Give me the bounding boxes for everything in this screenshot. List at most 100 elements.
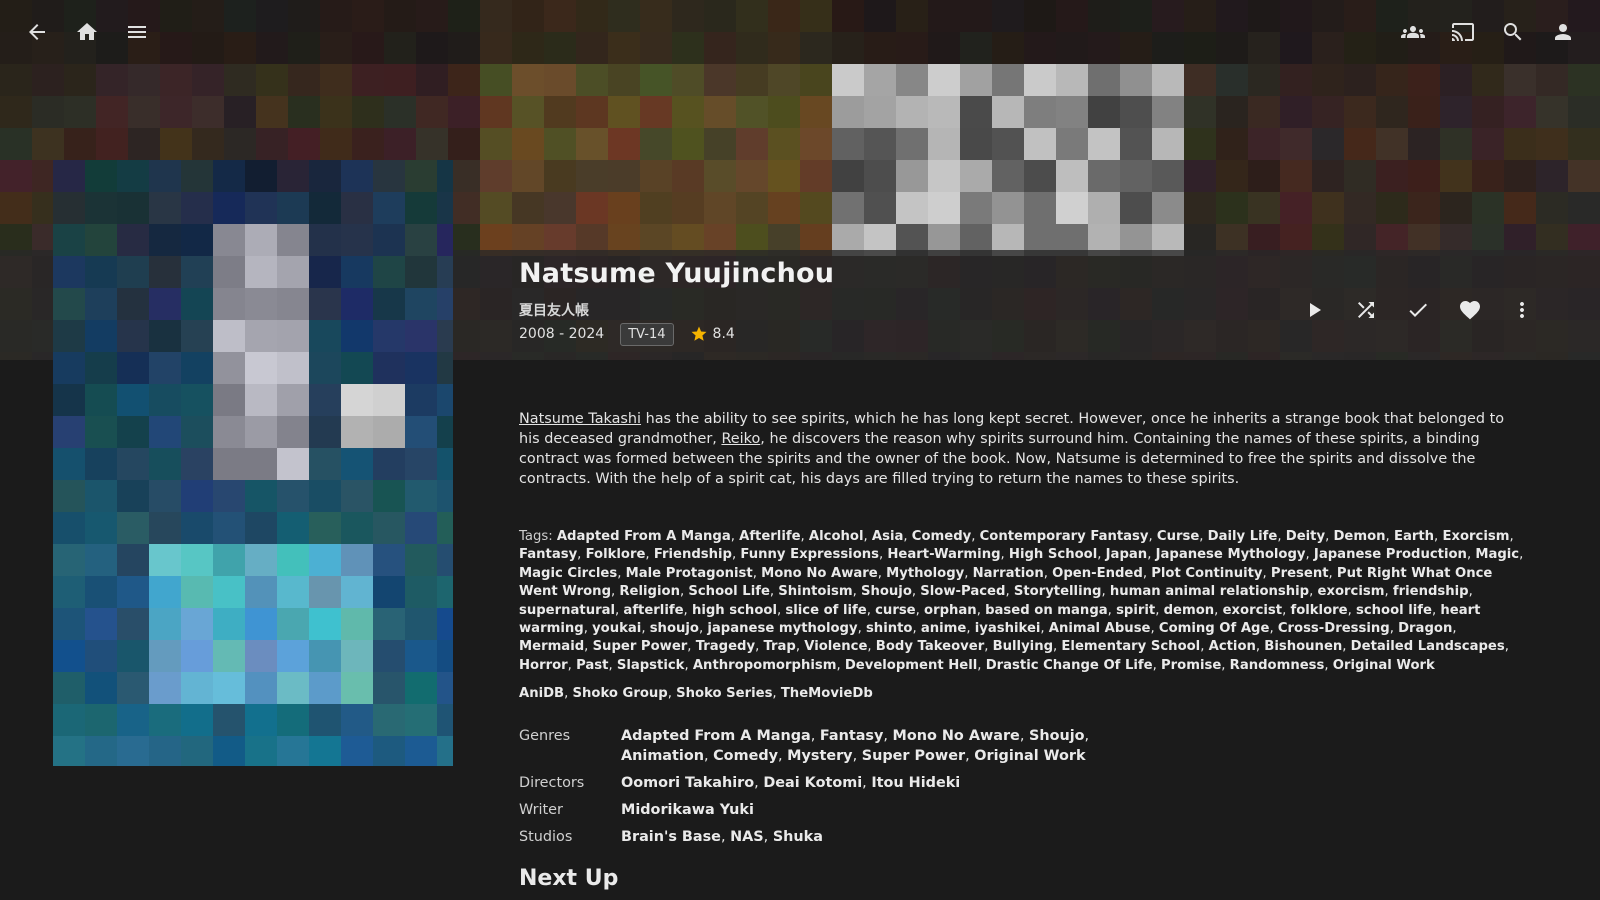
- tag-link[interactable]: Anthropomorphism: [693, 658, 837, 673]
- play-button[interactable]: [1288, 292, 1340, 328]
- tag-link[interactable]: friendship: [1393, 584, 1469, 599]
- tag-link[interactable]: Super Power: [593, 639, 688, 654]
- tag-link[interactable]: Adapted From A Manga: [557, 529, 731, 544]
- tag-link[interactable]: Coming Of Age: [1159, 621, 1270, 636]
- tag-link[interactable]: Deity: [1286, 529, 1325, 544]
- details-link[interactable]: Original Work: [974, 748, 1085, 764]
- details-link[interactable]: Animation: [621, 748, 704, 764]
- details-link[interactable]: Comedy: [713, 748, 778, 764]
- tag-link[interactable]: Cross-Dressing: [1278, 621, 1390, 636]
- tag-link[interactable]: Present: [1271, 566, 1329, 581]
- tag-link[interactable]: Violence: [804, 639, 867, 654]
- more-button[interactable]: [1496, 292, 1548, 328]
- back-button[interactable]: [17, 12, 57, 52]
- tag-link[interactable]: demon: [1164, 603, 1215, 618]
- tag-link[interactable]: Afterlife: [739, 529, 800, 544]
- tag-link[interactable]: slice of life: [785, 603, 866, 618]
- tag-link[interactable]: Bullying: [993, 639, 1053, 654]
- tag-link[interactable]: youkai: [592, 621, 641, 636]
- tag-link[interactable]: Open-Ended: [1052, 566, 1143, 581]
- tag-link[interactable]: Randomness: [1230, 658, 1325, 673]
- details-link[interactable]: Oomori Takahiro: [621, 775, 754, 791]
- tag-link[interactable]: Demon: [1333, 529, 1385, 544]
- tag-link[interactable]: Folklore: [586, 547, 646, 562]
- tag-link[interactable]: high school: [692, 603, 777, 618]
- tag-link[interactable]: Bishounen: [1264, 639, 1342, 654]
- tag-link[interactable]: Mermaid: [519, 639, 584, 654]
- tag-link[interactable]: shinto: [866, 621, 913, 636]
- tag-link[interactable]: Trap: [763, 639, 795, 654]
- tag-link[interactable]: Slow-Paced: [920, 584, 1005, 599]
- details-link[interactable]: NAS: [730, 829, 764, 845]
- tag-link[interactable]: folklore: [1290, 603, 1347, 618]
- tag-link[interactable]: exorcist: [1223, 603, 1283, 618]
- tag-link[interactable]: Drastic Change Of Life: [986, 658, 1153, 673]
- poster-image[interactable]: [53, 160, 453, 766]
- tag-link[interactable]: orphan: [924, 603, 977, 618]
- tag-link[interactable]: Dragon: [1398, 621, 1452, 636]
- tag-link[interactable]: Japanese Mythology: [1156, 547, 1306, 562]
- tag-link[interactable]: Animal Abuse: [1049, 621, 1151, 636]
- tag-link[interactable]: japanese mythology: [707, 621, 857, 636]
- shuffle-button[interactable]: [1340, 292, 1392, 328]
- details-link[interactable]: Brain's Base: [621, 829, 721, 845]
- tag-link[interactable]: Mythology: [886, 566, 964, 581]
- tag-link[interactable]: Japan: [1106, 547, 1148, 562]
- search-button[interactable]: [1493, 12, 1533, 52]
- tag-link[interactable]: Storytelling: [1014, 584, 1102, 599]
- tag-link[interactable]: shoujo: [650, 621, 699, 636]
- tag-link[interactable]: Magic: [1475, 547, 1519, 562]
- tag-link[interactable]: school life: [1356, 603, 1432, 618]
- external-link[interactable]: AniDB: [519, 686, 564, 701]
- external-link[interactable]: TheMovieDb: [781, 686, 873, 701]
- tag-link[interactable]: Religion: [619, 584, 680, 599]
- tag-link[interactable]: Friendship: [654, 547, 732, 562]
- tag-link[interactable]: Promise: [1161, 658, 1221, 673]
- details-link[interactable]: Shuka: [773, 829, 823, 845]
- tag-link[interactable]: Slapstick: [617, 658, 685, 673]
- tag-link[interactable]: Narration: [973, 566, 1044, 581]
- tag-link[interactable]: exorcism: [1318, 584, 1385, 599]
- cast-button[interactable]: [1443, 12, 1483, 52]
- details-link[interactable]: Fantasy: [820, 728, 883, 744]
- tag-link[interactable]: Development Hell: [845, 658, 977, 673]
- tag-link[interactable]: Elementary School: [1061, 639, 1200, 654]
- tag-link[interactable]: anime: [921, 621, 967, 636]
- tag-link[interactable]: Horror: [519, 658, 568, 673]
- tag-link[interactable]: Curse: [1157, 529, 1199, 544]
- details-link[interactable]: Shoujo: [1029, 728, 1085, 744]
- details-link[interactable]: Deai Kotomi: [763, 775, 862, 791]
- tag-link[interactable]: Contemporary Fantasy: [980, 529, 1149, 544]
- tag-link[interactable]: Exorcism: [1442, 529, 1509, 544]
- tag-link[interactable]: Funny Expressions: [740, 547, 879, 562]
- syncplay-button[interactable]: [1393, 12, 1433, 52]
- tag-link[interactable]: iyashikei: [975, 621, 1041, 636]
- favorite-button[interactable]: [1444, 292, 1496, 328]
- details-link[interactable]: Itou Hideki: [871, 775, 960, 791]
- mark-played-button[interactable]: [1392, 292, 1444, 328]
- tag-link[interactable]: Original Work: [1333, 658, 1435, 673]
- tag-link[interactable]: Earth: [1394, 529, 1434, 544]
- tag-link[interactable]: Heart-Warming: [887, 547, 1000, 562]
- external-link[interactable]: Shoko Series: [676, 686, 772, 701]
- tag-link[interactable]: human animal relationship: [1110, 584, 1309, 599]
- tag-link[interactable]: Male Protagonist: [626, 566, 753, 581]
- tag-link[interactable]: Fantasy: [519, 547, 577, 562]
- tag-link[interactable]: Comedy: [912, 529, 971, 544]
- details-link[interactable]: Mono No Aware: [893, 728, 1020, 744]
- tag-link[interactable]: Plot Continuity: [1151, 566, 1262, 581]
- tag-link[interactable]: Magic Circles: [519, 566, 617, 581]
- tag-link[interactable]: supernatural: [519, 603, 615, 618]
- details-link[interactable]: Adapted From A Manga: [621, 728, 811, 744]
- tag-link[interactable]: Shintoism: [778, 584, 852, 599]
- tag-link[interactable]: Asia: [872, 529, 903, 544]
- tag-link[interactable]: Past: [576, 658, 608, 673]
- tag-link[interactable]: spirit: [1116, 603, 1155, 618]
- tag-link[interactable]: curse: [875, 603, 916, 618]
- details-link[interactable]: Midorikawa Yuki: [621, 802, 754, 818]
- tag-link[interactable]: Japanese Production: [1314, 547, 1467, 562]
- user-menu-button[interactable]: [1543, 12, 1583, 52]
- character-link-natsume[interactable]: Natsume Takashi: [519, 411, 641, 427]
- tag-link[interactable]: School Life: [688, 584, 770, 599]
- tag-link[interactable]: afterlife: [623, 603, 683, 618]
